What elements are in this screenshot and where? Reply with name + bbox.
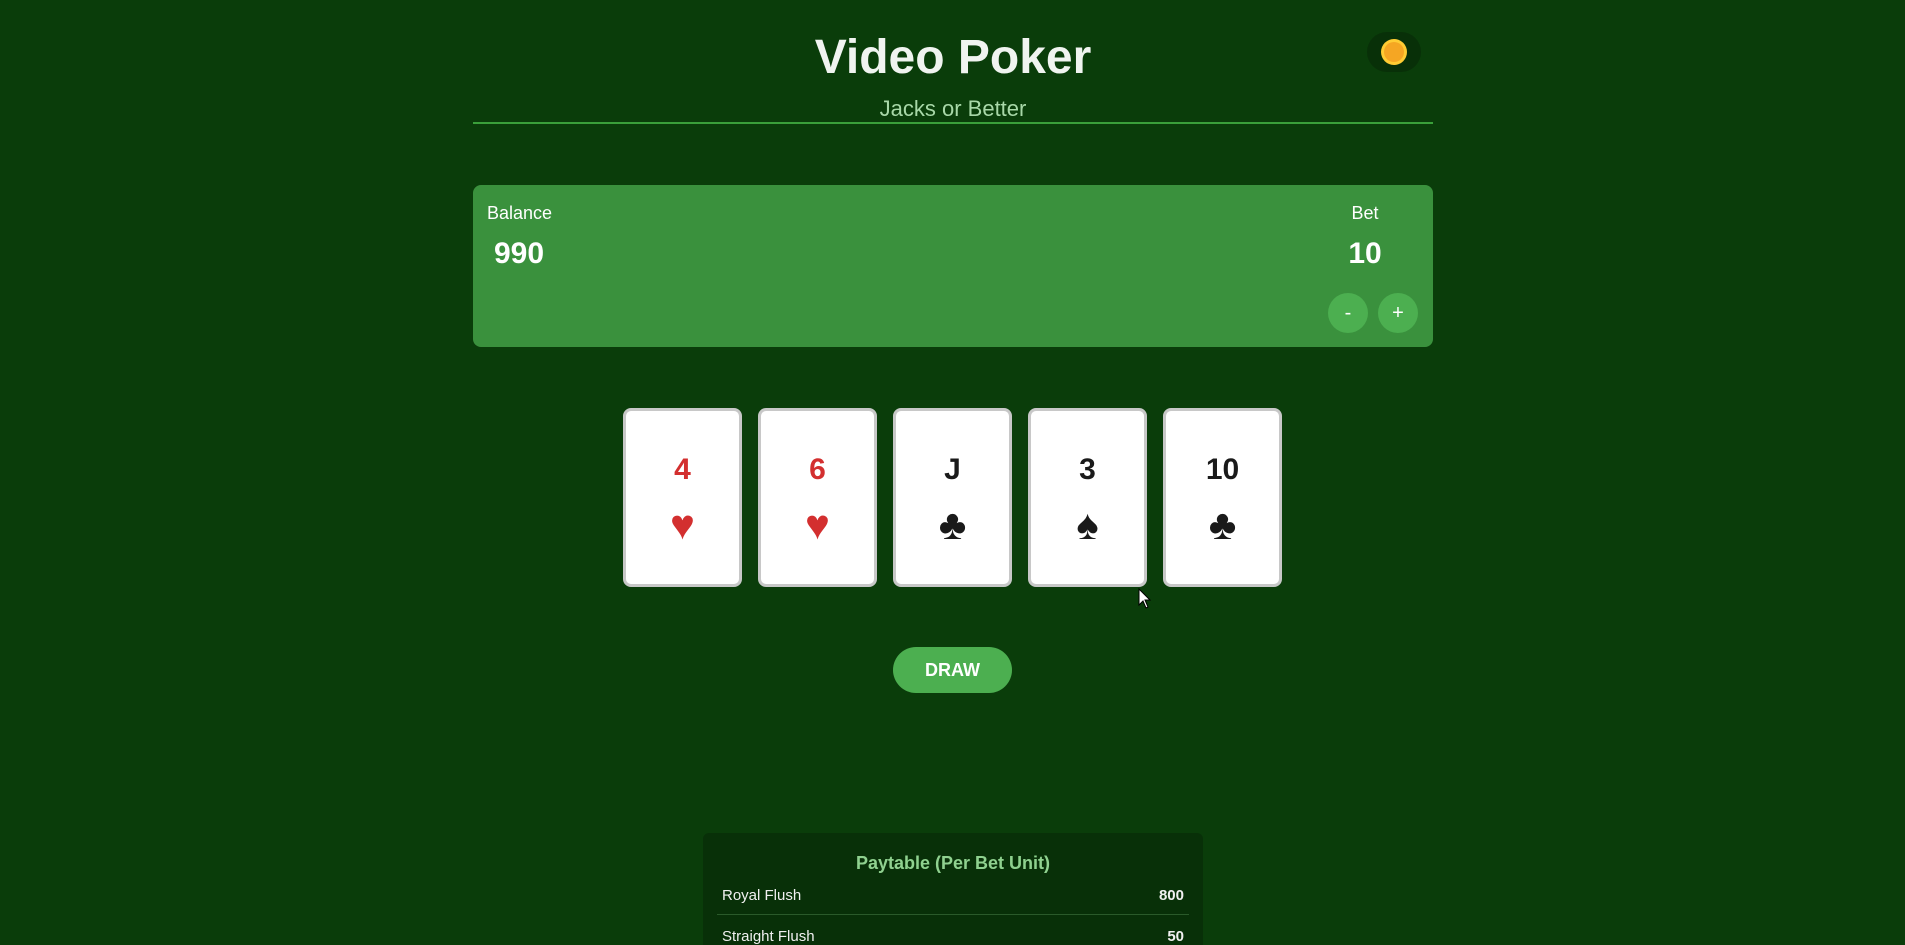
bet-value: 10 <box>1348 237 1382 270</box>
header: Video Poker Jacks or Better <box>473 0 1433 124</box>
card-5[interactable]: 10 ♣ <box>1163 408 1282 587</box>
paytable-title: Paytable (Per Bet Unit) <box>855 853 1051 873</box>
card-4[interactable]: 3 ♠ <box>1028 408 1147 587</box>
card-rank: 3 <box>1079 453 1096 486</box>
bet-label: Bet <box>1351 203 1379 223</box>
clubs-icon: ♣ <box>938 501 967 548</box>
info-panel: Balance 990 Bet 10 - + <box>473 185 1433 347</box>
card-3[interactable]: J ♣ <box>893 408 1012 587</box>
page-subtitle: Jacks or Better <box>879 96 1027 121</box>
card-1[interactable]: 4 ♥ <box>623 408 742 587</box>
mouse-cursor-icon <box>1138 587 1152 609</box>
hearts-icon: ♥ <box>670 501 695 548</box>
page-title: Video Poker <box>814 31 1092 84</box>
paytable: Paytable (Per Bet Unit) Royal Flush 800 … <box>703 833 1203 945</box>
card-hand: 4 ♥ 6 ♥ J ♣ 3 ♠ 10 ♣ <box>623 408 1282 587</box>
balance-value: 990 <box>494 237 545 270</box>
hand-name: Royal Flush <box>722 887 802 904</box>
paytable-row: Straight Flush 50 <box>717 915 1189 945</box>
hearts-icon: ♥ <box>805 501 830 548</box>
card-rank: J <box>944 453 961 486</box>
clubs-icon: ♣ <box>1208 501 1237 548</box>
spades-icon: ♠ <box>1076 501 1099 548</box>
hand-name: Straight Flush <box>722 928 815 945</box>
card-rank: 4 <box>674 453 691 486</box>
card-rank: 6 <box>809 453 826 486</box>
draw-button[interactable]: DRAW <box>893 647 1012 693</box>
video-poker-page: Video Poker Jacks or Better Balance 990 … <box>0 0 1905 945</box>
paytable-row: Royal Flush 800 <box>717 874 1189 915</box>
decrease-bet-button[interactable]: - <box>1328 293 1368 333</box>
hand-payout: 50 <box>1167 928 1184 945</box>
balance-label: Balance <box>487 203 553 223</box>
card-2[interactable]: 6 ♥ <box>758 408 877 587</box>
sun-icon <box>1384 42 1404 62</box>
increase-bet-button[interactable]: + <box>1378 293 1418 333</box>
hand-payout: 800 <box>1158 887 1184 904</box>
card-rank: 10 <box>1205 453 1240 486</box>
theme-toggle-button[interactable] <box>1367 32 1421 72</box>
main-container: Video Poker Jacks or Better Balance 990 … <box>473 0 1433 347</box>
